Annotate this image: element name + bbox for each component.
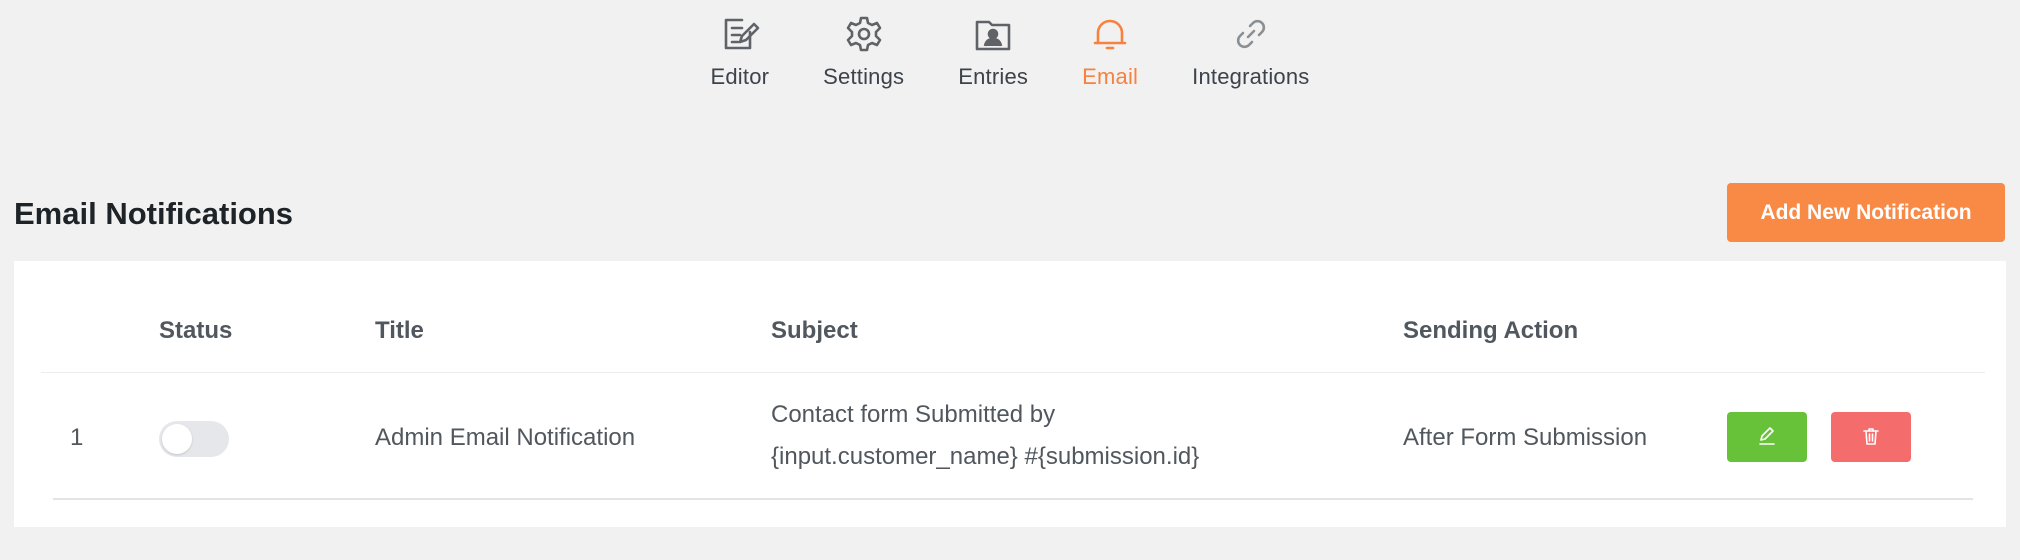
nav-tab-integrations[interactable]: Integrations bbox=[1192, 0, 1309, 90]
subject-line: Contact form Submitted by bbox=[771, 401, 1056, 428]
toggle-knob bbox=[162, 424, 192, 454]
header-divider bbox=[41, 372, 1985, 373]
column-header-sending-action: Sending Action bbox=[1403, 317, 1579, 344]
add-new-notification-button[interactable]: Add New Notification bbox=[1727, 183, 2005, 242]
nav-tab-label: Entries bbox=[958, 64, 1029, 89]
edit-button[interactable] bbox=[1727, 412, 1807, 462]
column-header-subject: Subject bbox=[771, 317, 858, 344]
subject-line: {input.customer_name} #{submission.id} bbox=[771, 443, 1200, 470]
delete-button[interactable] bbox=[1831, 412, 1911, 462]
status-toggle[interactable] bbox=[159, 421, 229, 457]
pencil-icon bbox=[1757, 426, 1777, 449]
column-header-title: Title bbox=[375, 317, 424, 344]
entries-icon bbox=[971, 12, 1015, 56]
notifications-table: Status Title Subject Sending Action 1 Ad… bbox=[14, 261, 2006, 527]
nav-tab-entries[interactable]: Entries bbox=[958, 0, 1028, 90]
link-icon bbox=[1229, 12, 1273, 56]
bell-icon bbox=[1088, 12, 1132, 56]
nav-tab-settings[interactable]: Settings bbox=[823, 0, 904, 90]
nav-tab-label: Editor bbox=[710, 64, 770, 89]
row-title: Admin Email Notification bbox=[375, 424, 636, 451]
trash-icon bbox=[1861, 426, 1881, 449]
editor-icon bbox=[718, 12, 762, 56]
gear-icon bbox=[842, 12, 886, 56]
section-title: Email Notifications bbox=[14, 196, 294, 231]
nav-tab-editor[interactable]: Editor bbox=[710, 0, 769, 90]
nav-tab-label: Settings bbox=[823, 64, 905, 89]
nav-tab-email[interactable]: Email bbox=[1082, 0, 1138, 90]
row-sending-action: After Form Submission bbox=[1403, 424, 1648, 451]
top-nav: Editor Settings Entries Email Integratio… bbox=[0, 0, 2020, 100]
column-header-status: Status bbox=[159, 317, 233, 344]
row-index: 1 bbox=[70, 424, 84, 451]
nav-tab-label: Integrations bbox=[1192, 64, 1310, 89]
row-divider bbox=[53, 498, 1973, 500]
row-subject: Contact form Submitted by {input.custome… bbox=[771, 394, 1199, 478]
nav-tab-label: Email bbox=[1082, 64, 1139, 89]
